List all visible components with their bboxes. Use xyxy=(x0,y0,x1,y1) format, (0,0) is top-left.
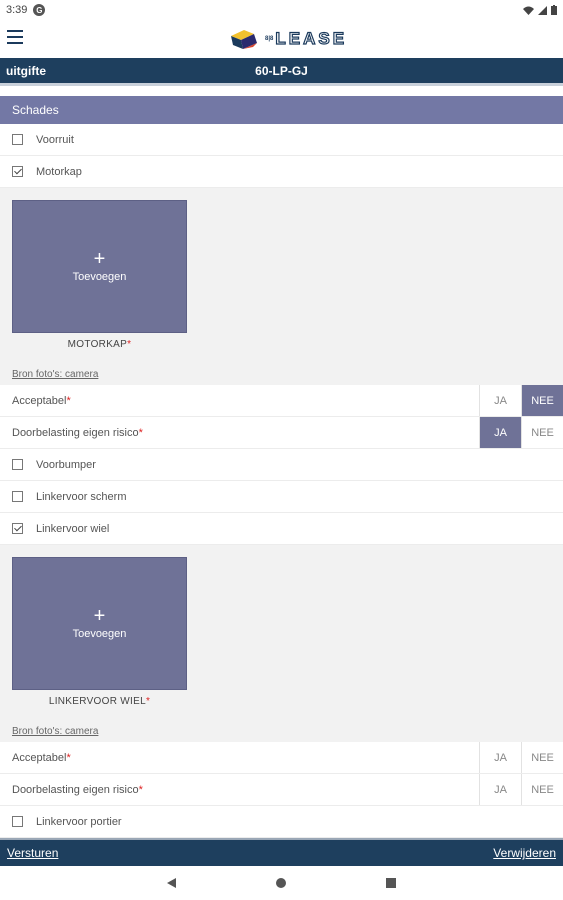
question-doorbelasting: Doorbelasting eigen risico* JA NEE xyxy=(0,774,563,806)
checkbox[interactable] xyxy=(12,134,23,145)
photo-source-link[interactable]: Bron foto's: camera xyxy=(12,369,98,380)
app-logo: 8|8 LEASE xyxy=(229,26,347,52)
required-marker: * xyxy=(66,394,71,407)
plus-icon: + xyxy=(93,604,106,627)
logo-mark-icon xyxy=(231,30,257,49)
license-plate: 60-LP-GJ xyxy=(255,63,308,78)
question-text: Acceptabel xyxy=(12,394,67,407)
damage-item-linkervoor-scherm[interactable]: Linkervoor scherm xyxy=(0,481,563,513)
checkbox[interactable] xyxy=(12,491,23,502)
signal-icon xyxy=(538,5,547,15)
photo-caption-text: MOTORKAP xyxy=(67,339,128,350)
add-photo-label: Toevoegen xyxy=(72,270,127,283)
recents-icon[interactable] xyxy=(386,878,396,888)
damage-item-label: Linkervoor scherm xyxy=(36,490,127,503)
damage-item-motorkap[interactable]: Motorkap xyxy=(0,156,563,188)
delete-button[interactable]: Verwijderen xyxy=(493,846,556,860)
yes-button[interactable]: JA xyxy=(479,774,521,805)
no-button[interactable]: NEE xyxy=(521,385,563,416)
photo-section-motorkap: + Toevoegen MOTORKAP* Bron foto's: camer… xyxy=(0,188,563,385)
question-label: Doorbelasting eigen risico* xyxy=(0,427,479,439)
photo-caption: MOTORKAP* xyxy=(12,339,187,350)
menu-icon[interactable] xyxy=(7,30,23,44)
photo-source-link[interactable]: Bron foto's: camera xyxy=(12,726,98,737)
checkbox-checked[interactable] xyxy=(12,166,23,177)
no-button[interactable]: NEE xyxy=(521,742,563,773)
battery-icon xyxy=(551,5,557,15)
app-bar: 8|8 LEASE xyxy=(0,20,563,58)
question-acceptabel: Acceptabel* JA NEE xyxy=(0,742,563,774)
damage-item-label: Linkervoor portier xyxy=(36,815,122,828)
no-button[interactable]: NEE xyxy=(521,774,563,805)
checkbox[interactable] xyxy=(12,816,23,827)
damage-item-linkervoor-portier[interactable]: Linkervoor portier xyxy=(0,806,563,838)
system-nav-bar xyxy=(0,866,563,900)
required-marker: * xyxy=(138,426,143,439)
wifi-icon xyxy=(523,6,534,15)
damage-item-label: Linkervoor wiel xyxy=(36,522,110,535)
plus-icon: + xyxy=(93,247,106,270)
question-label: Doorbelasting eigen risico* xyxy=(0,784,479,796)
damage-item-linkervoor-wiel[interactable]: Linkervoor wiel xyxy=(0,513,563,545)
damage-item-label: Voorruit xyxy=(36,133,74,146)
add-photo-button[interactable]: + Toevoegen xyxy=(12,557,187,690)
no-button[interactable]: NEE xyxy=(521,417,563,448)
required-marker: * xyxy=(66,751,71,764)
bottom-action-bar: Versturen Verwijderen xyxy=(0,838,563,866)
google-icon: G xyxy=(33,4,46,16)
checkbox[interactable] xyxy=(12,459,23,470)
photo-caption: LINKERVOOR WIEL* xyxy=(12,696,187,707)
question-label: Acceptabel* xyxy=(0,395,479,407)
required-marker: * xyxy=(127,339,132,350)
damage-form: Schades Voorruit Motorkap + Toevoegen MO… xyxy=(0,96,563,838)
photo-section-linkervoor-wiel: + Toevoegen LINKERVOOR WIEL* Bron foto's… xyxy=(0,545,563,742)
question-text: Acceptabel xyxy=(12,751,67,764)
checkbox-checked[interactable] xyxy=(12,523,23,534)
status-bar: 3:39 G xyxy=(0,0,563,20)
send-button[interactable]: Versturen xyxy=(7,846,58,860)
section-header: Schades xyxy=(0,96,563,124)
damage-item-voorruit[interactable]: Voorruit xyxy=(0,124,563,156)
question-text: Doorbelasting eigen risico xyxy=(12,426,139,439)
required-marker: * xyxy=(138,783,143,796)
photo-caption-text: LINKERVOOR WIEL xyxy=(48,696,146,707)
add-photo-button[interactable]: + Toevoegen xyxy=(12,200,187,333)
required-marker: * xyxy=(145,696,151,707)
damage-item-voorbumper[interactable]: Voorbumper xyxy=(0,449,563,481)
status-time: 3:39 xyxy=(6,4,28,16)
back-icon[interactable] xyxy=(167,878,176,888)
logo-text: LEASE xyxy=(275,28,348,48)
home-icon[interactable] xyxy=(276,878,286,888)
damage-item-label: Motorkap xyxy=(36,165,82,178)
damage-item-label: Voorbumper xyxy=(36,458,96,471)
question-text: Doorbelasting eigen risico xyxy=(12,783,139,796)
logo-prefix: 8|8 xyxy=(265,36,274,42)
question-label: Acceptabel* xyxy=(0,752,479,764)
status-icons xyxy=(523,5,557,15)
yes-button[interactable]: JA xyxy=(479,385,521,416)
title-bar: uitgifte 60-LP-GJ xyxy=(0,58,563,86)
question-doorbelasting: Doorbelasting eigen risico* JA NEE xyxy=(0,417,563,449)
yes-button[interactable]: JA xyxy=(479,417,521,448)
yes-button[interactable]: JA xyxy=(479,742,521,773)
add-photo-label: Toevoegen xyxy=(72,627,127,640)
question-acceptabel: Acceptabel* JA NEE xyxy=(0,385,563,417)
